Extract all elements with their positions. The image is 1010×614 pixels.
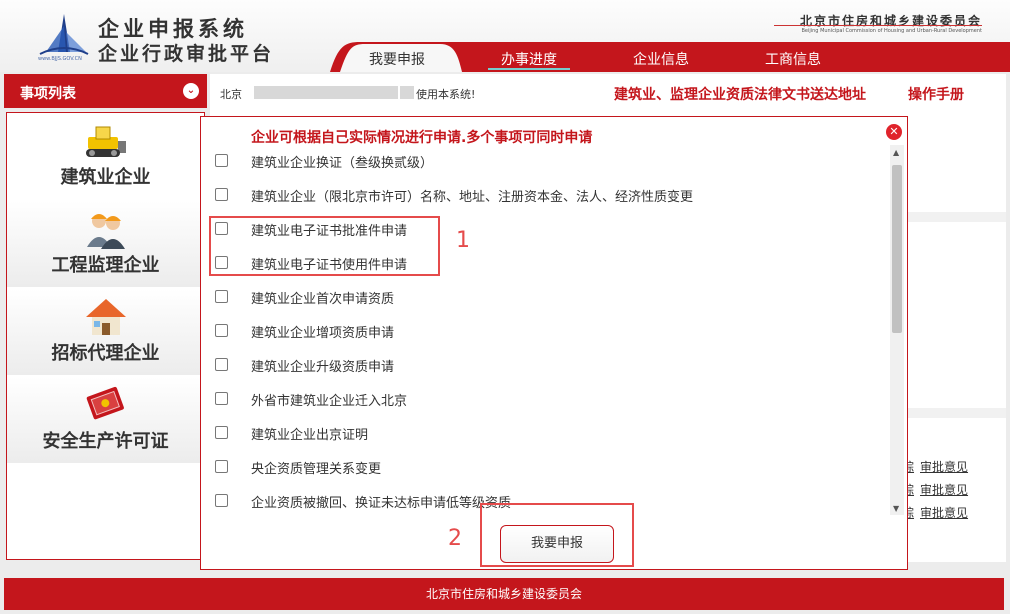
notice-prefix: 北京 — [220, 88, 242, 101]
sidebar: 事项列表 ⌄ 建筑业企业 工程监理企业 招标代理企业 安全生产许可证 — [4, 74, 207, 562]
item-label: 企业资质被撤回、换证未达标申请低等级资质 — [251, 496, 512, 511]
item-label: 建筑业企业首次申请资质 — [251, 292, 395, 307]
annotation-label-2: 2 — [448, 526, 462, 551]
list-item: 建筑业企业首次申请资质 — [201, 279, 881, 313]
tab-progress-label: 办事进度 — [501, 52, 557, 68]
sidebar-header[interactable]: 事项列表 ⌄ — [4, 74, 207, 108]
application-item-list: 建筑业企业换证（叁级换贰级） 建筑业企业（限北京市许可）名称、地址、注册资本金、… — [201, 143, 891, 513]
item-checkbox[interactable] — [215, 154, 228, 167]
approval-opinion-link[interactable]: 审批意见 — [920, 504, 968, 521]
item-label: 建筑业企业换证（叁级换贰级） — [251, 156, 434, 171]
list-scrollbar[interactable]: ▲ ▼ — [890, 145, 904, 515]
category-construction[interactable]: 建筑业企业 — [7, 113, 204, 199]
table-row: 综审批意见 — [902, 458, 974, 475]
sidebar-header-label: 事项列表 — [20, 86, 76, 102]
tab-company-info[interactable]: 企业信息 — [620, 48, 702, 72]
operation-manual-link[interactable]: 操作手册 — [908, 84, 964, 104]
table-row: 综审批意见 — [902, 504, 974, 521]
list-item: 建筑业企业增项资质申请 — [201, 313, 881, 347]
item-checkbox[interactable] — [215, 460, 228, 473]
org-name: 北京市住房和城乡建设委员会 — [799, 14, 982, 28]
item-label: 央企资质管理关系变更 — [251, 462, 382, 477]
tab-progress[interactable]: 办事进度 — [488, 48, 570, 72]
tab-report[interactable]: 我要申报 — [356, 48, 438, 72]
org-name-en: Beijing Municipal Commission of Housing … — [801, 28, 982, 34]
category-bidding-agent-label: 招标代理企业 — [51, 343, 160, 364]
category-supervision[interactable]: 工程监理企业 — [7, 201, 204, 287]
redacted-text — [254, 86, 398, 99]
category-safety-permit[interactable]: 安全生产许可证 — [7, 377, 204, 463]
app-header: www.BJJS.GOV.CN 企业申报系统 企业行政审批平台 北京市住房和城乡… — [0, 0, 1010, 72]
tab-underline — [488, 68, 570, 70]
tab-business-info[interactable]: 工商信息 — [752, 48, 834, 72]
list-item: 外省市建筑业企业迁入北京 — [201, 381, 881, 415]
org-divider — [774, 25, 982, 26]
item-label: 外省市建筑业企业迁入北京 — [251, 394, 408, 409]
item-checkbox[interactable] — [215, 324, 228, 337]
list-item: 建筑业企业出京证明 — [201, 415, 881, 449]
scroll-thumb[interactable] — [892, 165, 902, 333]
scroll-down-icon[interactable]: ▼ — [893, 504, 899, 513]
category-panel: 建筑业企业 工程监理企业 招标代理企业 安全生产许可证 — [6, 112, 205, 560]
list-item: 建筑业企业（限北京市许可）名称、地址、注册资本金、法人、经济性质变更 — [201, 177, 881, 211]
scroll-up-icon[interactable]: ▲ — [893, 148, 899, 157]
tab-company-info-label: 企业信息 — [633, 52, 689, 68]
certificate-icon — [86, 386, 124, 420]
item-checkbox[interactable] — [215, 188, 228, 201]
notice-bar: 北京 使用本系统! 建筑业、监理企业资质法律文书送达地址 操作手册 — [210, 74, 1006, 112]
workers-icon — [86, 214, 125, 249]
item-checkbox[interactable] — [215, 290, 228, 303]
item-checkbox[interactable] — [215, 392, 228, 405]
footer: 北京市住房和城乡建设委员会 — [4, 578, 1004, 610]
approval-opinion-link[interactable]: 审批意见 — [920, 481, 968, 498]
item-checkbox[interactable] — [215, 358, 228, 371]
approval-opinion-link[interactable]: 审批意见 — [920, 458, 968, 475]
tab-report-label: 我要申报 — [369, 52, 425, 68]
chevron-down-icon[interactable]: ⌄ — [183, 83, 199, 99]
item-label: 建筑业企业（限北京市许可）名称、地址、注册资本金、法人、经济性质变更 — [251, 190, 694, 205]
tab-business-info-label: 工商信息 — [765, 52, 821, 68]
house-icon — [85, 299, 126, 335]
table-row: 综审批意见 — [902, 481, 974, 498]
close-icon[interactable]: ✕ — [886, 124, 902, 140]
main-nav: 我要申报 办事进度 企业信息 工商信息 — [0, 36, 1010, 72]
list-item: 央企资质管理关系变更 — [201, 449, 881, 483]
bulldozer-icon — [85, 126, 126, 157]
application-dialog: 企业可根据自己实际情况进行申请.多个事项可同时申请 ✕ 建筑业企业换证（叁级换贰… — [200, 116, 908, 570]
category-bidding-agent[interactable]: 招标代理企业 — [7, 289, 204, 375]
redacted-text — [400, 86, 414, 99]
category-construction-label: 建筑业企业 — [60, 167, 151, 188]
item-label: 建筑业企业增项资质申请 — [251, 326, 395, 341]
notice-suffix: 使用本系统! — [416, 88, 476, 101]
legal-docs-address-link[interactable]: 建筑业、监理企业资质法律文书送达地址 — [614, 84, 866, 104]
item-label: 建筑业企业升级资质申请 — [251, 360, 395, 375]
list-item: 建筑业企业换证（叁级换贰级） — [201, 143, 881, 177]
item-checkbox[interactable] — [215, 494, 228, 507]
annotation-box-1 — [209, 216, 440, 276]
category-safety-permit-label: 安全生产许可证 — [42, 431, 169, 452]
item-label: 建筑业企业出京证明 — [251, 428, 369, 443]
list-item: 建筑业企业升级资质申请 — [201, 347, 881, 381]
item-checkbox[interactable] — [215, 426, 228, 439]
annotation-box-2 — [480, 503, 634, 567]
category-supervision-label: 工程监理企业 — [51, 255, 160, 276]
annotation-label-1: 1 — [456, 228, 470, 253]
